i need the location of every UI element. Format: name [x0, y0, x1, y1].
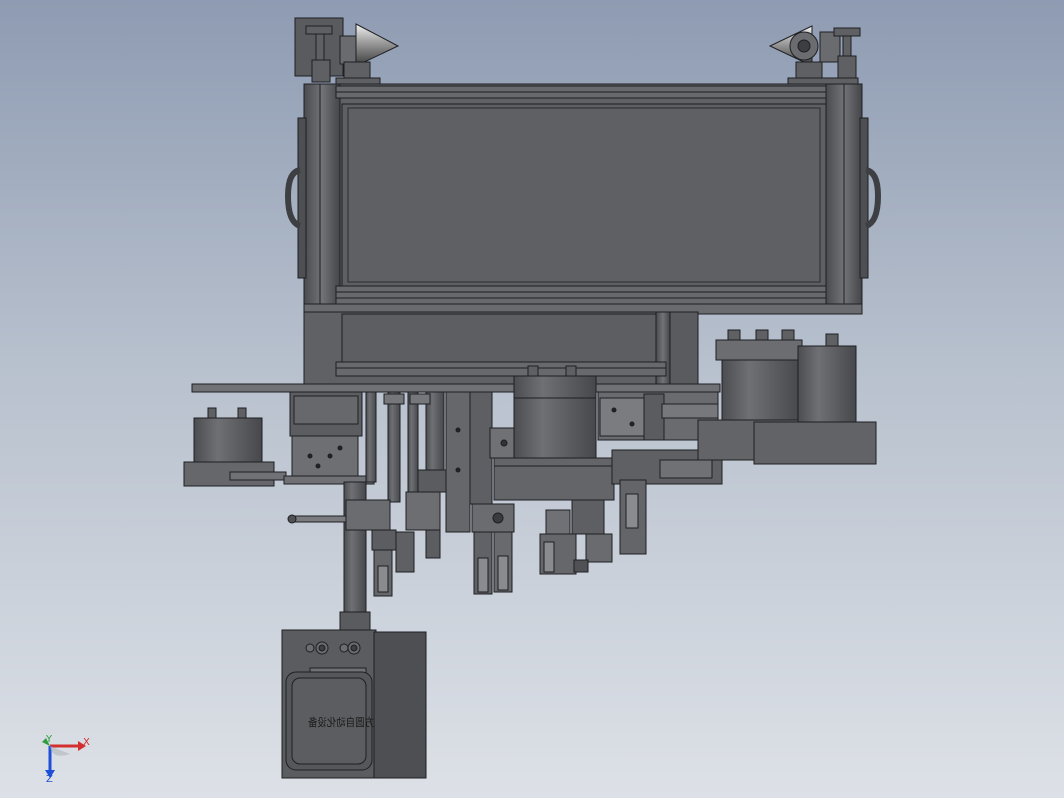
cabinet-nameplate: 方圆自动化设备 — [308, 715, 374, 729]
lamp-cone-left — [355, 23, 400, 67]
handle-right[interactable] — [859, 117, 882, 279]
top-left-lamp-assembly[interactable] — [294, 17, 400, 89]
cad-model-viewport[interactable]: 方圆自动化设备 X Y Z — [0, 0, 1064, 798]
triad-y-label: Y — [45, 734, 53, 745]
triad-z-label: Z — [46, 774, 53, 785]
handle-left[interactable] — [284, 117, 307, 279]
lower-center-gripper[interactable] — [539, 499, 613, 575]
base-plate — [191, 383, 721, 393]
mid-rail — [335, 285, 827, 305]
center-gripper[interactable] — [471, 503, 515, 595]
lower-frame[interactable] — [191, 311, 721, 393]
top-right-lamp-assembly[interactable] — [768, 25, 861, 89]
triad-x-label: X — [83, 737, 90, 748]
right-linear-slide[interactable] — [597, 391, 723, 555]
control-cabinet[interactable] — [281, 629, 427, 779]
left-round-cylinder[interactable] — [183, 407, 287, 487]
left-actuator-block[interactable] — [283, 391, 375, 485]
